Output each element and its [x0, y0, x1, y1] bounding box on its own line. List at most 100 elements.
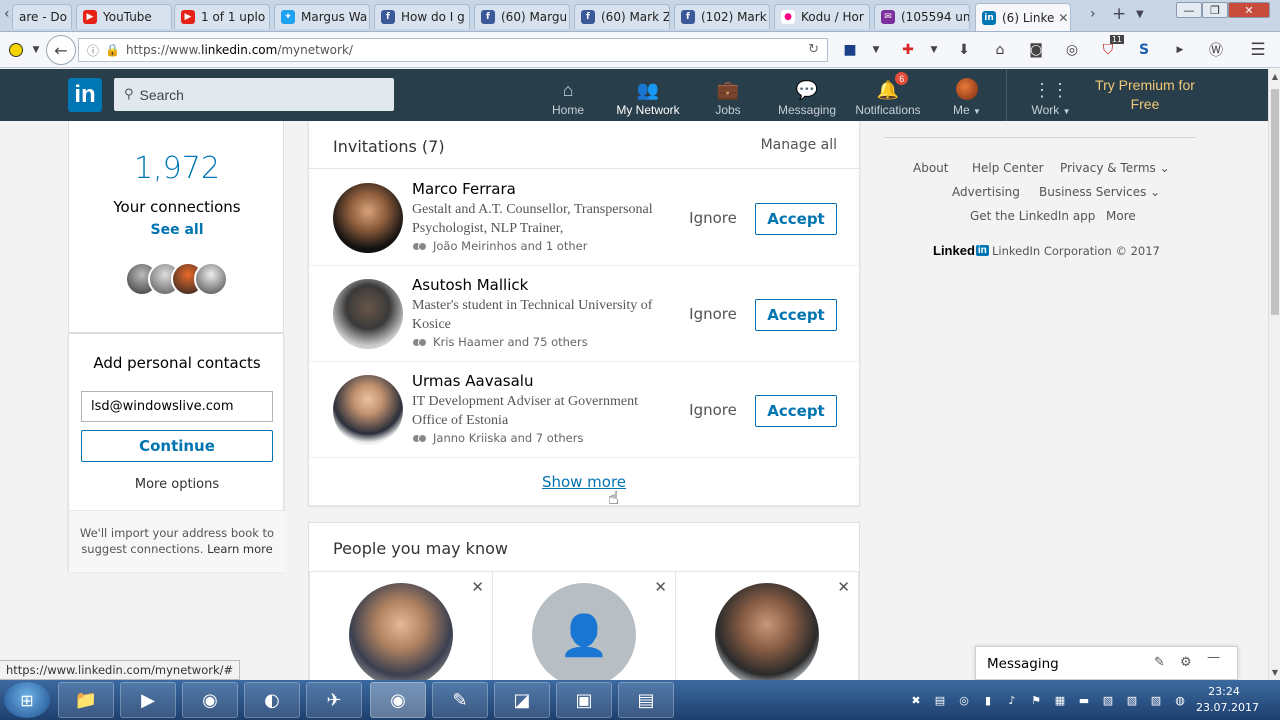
- window-close-icon[interactable]: ✕: [1228, 2, 1270, 18]
- browser-tab[interactable]: ✉ (105594 unr: [874, 4, 970, 29]
- monitor-icon[interactable]: ▣: [556, 682, 612, 718]
- avatar[interactable]: [333, 279, 403, 349]
- tray-icon[interactable]: ◎: [956, 692, 972, 708]
- tray-icon[interactable]: ▧: [1148, 692, 1164, 708]
- avatar[interactable]: [333, 183, 403, 253]
- volume-icon[interactable]: ♪: [1004, 692, 1020, 708]
- browser-tab[interactable]: f (60) Mark Z: [574, 4, 670, 29]
- save-chevron-icon[interactable]: ▼: [866, 40, 886, 60]
- dismiss-icon[interactable]: ✕: [471, 578, 484, 596]
- browser-tab[interactable]: f How do I g: [374, 4, 470, 29]
- show-more-link[interactable]: Show more: [309, 473, 859, 491]
- explorer-icon[interactable]: 📁: [58, 682, 114, 718]
- nav-work[interactable]: ⋮⋮ Work ▼: [1026, 69, 1076, 121]
- start-button[interactable]: ⊞: [4, 682, 50, 718]
- network-icon[interactable]: ▮: [980, 692, 996, 708]
- accept-button[interactable]: Accept: [755, 395, 837, 427]
- avatar[interactable]: [333, 375, 403, 445]
- footer-get-app-link[interactable]: Get the LinkedIn app: [970, 209, 1095, 223]
- mutual-connections[interactable]: Kris Haamer and 75 others: [412, 335, 588, 349]
- tab-close-icon[interactable]: ✕: [1054, 11, 1068, 25]
- invitation-name[interactable]: Asutosh Mallick: [412, 276, 528, 294]
- info-icon[interactable]: ⓘ: [87, 42, 99, 59]
- browser-tab[interactable]: ▶ YouTube: [76, 4, 172, 29]
- scroll-down-icon[interactable]: ▼: [1269, 665, 1280, 679]
- minimize-icon[interactable]: —: [1207, 650, 1220, 665]
- scroll-up-icon[interactable]: ▲: [1269, 69, 1280, 83]
- try-premium-link[interactable]: Try Premium for Free: [1088, 76, 1202, 114]
- connection-count[interactable]: 1,972: [69, 151, 285, 186]
- notepad-icon[interactable]: ✎: [432, 682, 488, 718]
- ignore-button[interactable]: Ignore: [681, 204, 745, 232]
- dismiss-icon[interactable]: ✕: [837, 578, 850, 596]
- avatar[interactable]: [715, 583, 819, 687]
- back-button[interactable]: ←: [46, 35, 76, 65]
- linkedin-logo[interactable]: in: [68, 78, 102, 112]
- nav-messaging[interactable]: 💬 Messaging: [774, 69, 840, 121]
- browser-tab[interactable]: f (60) Margu: [474, 4, 570, 29]
- accept-button[interactable]: Accept: [755, 299, 837, 331]
- page-scrollbar[interactable]: ▲ ▼: [1268, 69, 1280, 680]
- home-icon[interactable]: ⌂: [990, 40, 1010, 60]
- tray-icon[interactable]: ⚑: [1028, 692, 1044, 708]
- mutual-connections[interactable]: Janno Kriiska and 7 others: [412, 431, 583, 445]
- footer-more-link[interactable]: More: [1106, 209, 1136, 223]
- footer-business-services-link[interactable]: Business Services ⌄: [1039, 185, 1160, 199]
- firstaid-chevron-icon[interactable]: ▼: [924, 40, 944, 60]
- url-bar[interactable]: ⓘ 🔒 https://www.linkedin.com/mynetwork/ …: [78, 38, 828, 62]
- compose-icon[interactable]: ✎: [1154, 655, 1165, 670]
- messaging-widget[interactable]: Messaging ✎ ⚙ —: [975, 646, 1238, 680]
- tabs-scroll-right-icon[interactable]: ›: [1090, 6, 1096, 22]
- media-player-icon[interactable]: ▶: [120, 682, 176, 718]
- tabs-scroll-left-icon[interactable]: ‹: [4, 6, 10, 22]
- app-icon[interactable]: ◐: [244, 682, 300, 718]
- dismiss-icon[interactable]: ✕: [654, 578, 667, 596]
- footer-help-center-link[interactable]: Help Center: [972, 161, 1044, 175]
- footer-about-link[interactable]: About: [913, 161, 948, 175]
- menu-icon[interactable]: ☰: [1248, 40, 1268, 60]
- manage-all-link[interactable]: Manage all: [761, 137, 837, 153]
- scroll-thumb[interactable]: [1271, 89, 1279, 315]
- search-input[interactable]: [139, 86, 380, 103]
- browser-tab-active[interactable]: in (6) Linke ✕: [975, 3, 1071, 31]
- firefox-icon[interactable]: ◉: [370, 682, 426, 718]
- firefox-icon[interactable]: ◉: [182, 682, 238, 718]
- tab-list-chevron-icon[interactable]: ▼: [1136, 9, 1144, 20]
- footer-privacy-terms-link[interactable]: Privacy & Terms ⌄: [1060, 161, 1170, 175]
- browser-tab[interactable]: are - Do: [12, 4, 72, 29]
- nav-jobs[interactable]: 💼 Jobs: [706, 69, 750, 121]
- tray-icon[interactable]: ▬: [1076, 692, 1092, 708]
- invitation-name[interactable]: Urmas Aavasalu: [412, 372, 533, 390]
- app-icon[interactable]: ✈: [306, 682, 362, 718]
- email-field[interactable]: [81, 391, 273, 422]
- ignore-button[interactable]: Ignore: [681, 300, 745, 328]
- avatar[interactable]: 👤: [532, 583, 636, 687]
- identity-chevron-icon[interactable]: ▼: [24, 38, 48, 62]
- avatar[interactable]: [349, 583, 453, 687]
- tray-icon[interactable]: ◍: [1172, 692, 1188, 708]
- footer-advertising-link[interactable]: Advertising: [952, 185, 1020, 199]
- browser-tab[interactable]: ✦ Margus Wa: [274, 4, 370, 29]
- media-icon[interactable]: ▤: [618, 682, 674, 718]
- mutual-connections[interactable]: João Meirinhos and 1 other: [412, 239, 587, 253]
- nav-my-network[interactable]: 👥 My Network: [612, 69, 684, 121]
- invitation-name[interactable]: Marco Ferrara: [412, 180, 516, 198]
- accept-button[interactable]: Accept: [755, 203, 837, 235]
- tray-icon[interactable]: ▦: [1052, 692, 1068, 708]
- youtube-ext-icon[interactable]: ▶: [1170, 40, 1190, 60]
- save-icon[interactable]: ■: [840, 40, 860, 60]
- nav-me[interactable]: Me ▼: [946, 69, 988, 121]
- new-tab-icon[interactable]: +: [1112, 4, 1126, 24]
- more-options-link[interactable]: More options: [69, 477, 285, 492]
- nav-notifications[interactable]: 🔔 6 Notifications: [850, 69, 926, 121]
- window-minimize-icon[interactable]: —: [1176, 2, 1202, 18]
- tray-icon[interactable]: ▧: [1100, 692, 1116, 708]
- connection-avatars[interactable]: [125, 262, 229, 296]
- extension-icon[interactable]: ◎: [1062, 40, 1082, 60]
- firstaid-icon[interactable]: ✚: [898, 40, 918, 60]
- learn-more-link[interactable]: Learn more: [207, 542, 273, 556]
- tray-icon[interactable]: ▧: [1124, 692, 1140, 708]
- app-icon[interactable]: ◪: [494, 682, 550, 718]
- skype-icon[interactable]: S: [1134, 40, 1154, 60]
- tray-icon[interactable]: ▤: [932, 692, 948, 708]
